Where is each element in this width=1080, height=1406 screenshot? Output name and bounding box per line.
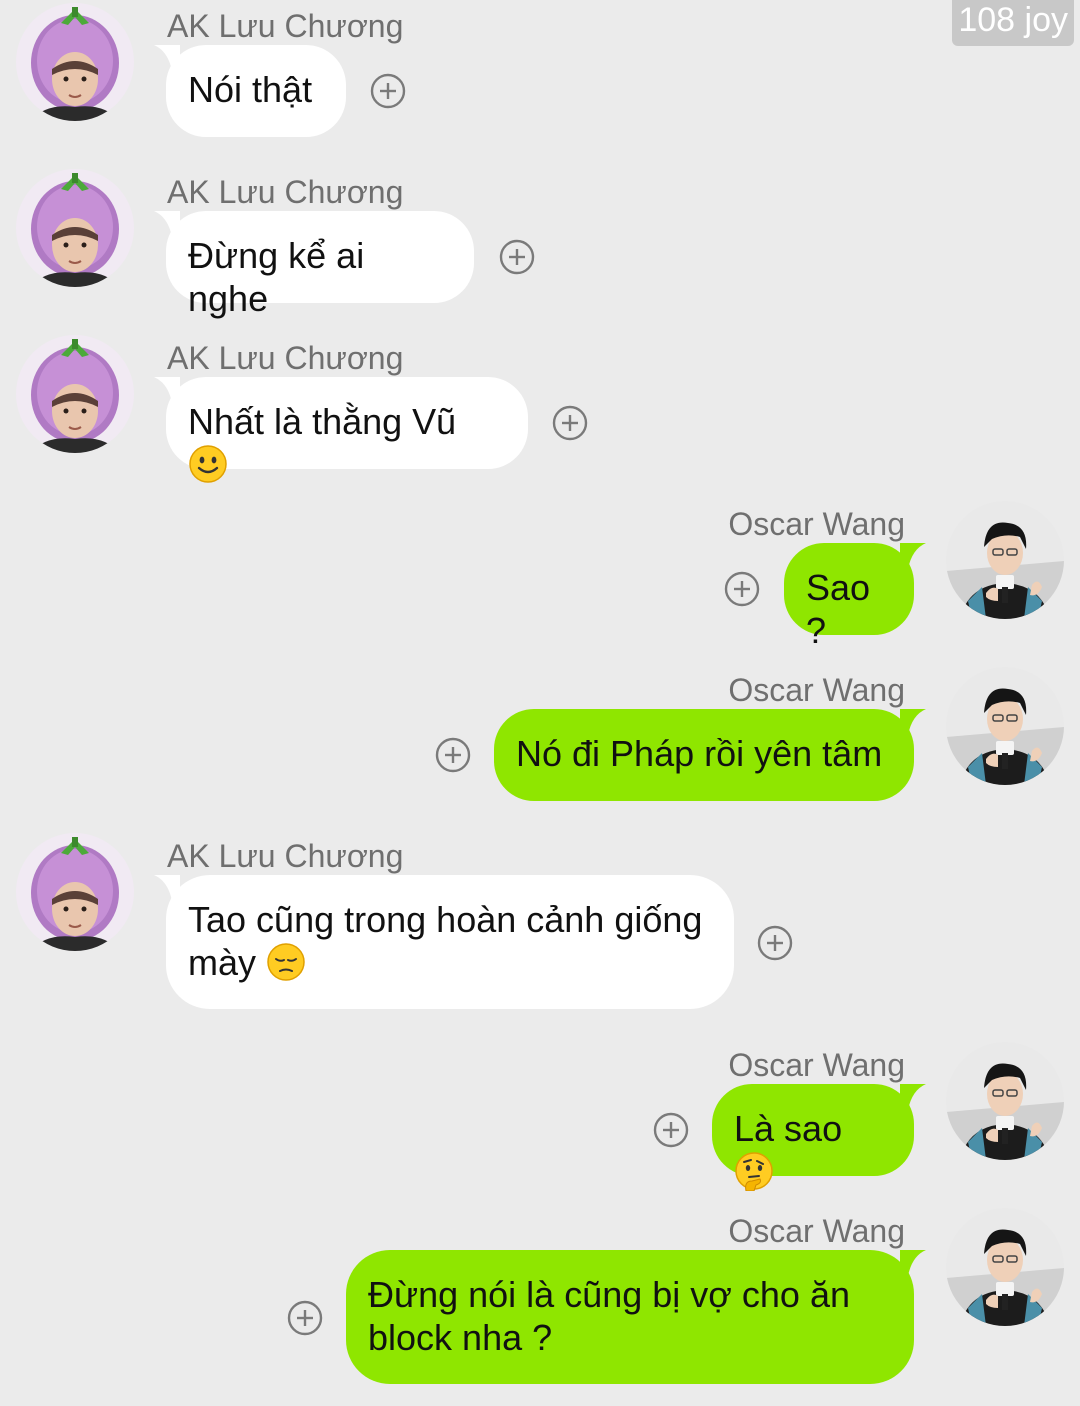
sender-name: AK Lưu Chương (167, 174, 404, 210)
eggplant-hat-avatar[interactable] (16, 3, 134, 121)
add-reaction-icon[interactable] (724, 571, 760, 607)
message-bubble[interactable]: Sao ? (784, 543, 914, 651)
message-text: Tao cũng trong hoàn cảnh giống (188, 899, 703, 940)
thinking-face-icon (734, 1151, 774, 1191)
message-text: Nói thật (188, 69, 313, 110)
sender-name: Oscar Wang (728, 1047, 905, 1083)
bubble-tail (154, 45, 180, 71)
message-text: Là sao (734, 1108, 843, 1149)
message-text: Đừng nói là cũng bị vợ cho ăn (368, 1274, 850, 1315)
add-reaction-icon[interactable] (757, 925, 793, 961)
sender-name: Oscar Wang (728, 672, 905, 708)
message-text-continued: mày (188, 942, 257, 983)
add-reaction-icon[interactable] (287, 1300, 323, 1336)
sender-name: Oscar Wang (728, 1213, 905, 1249)
add-reaction-icon[interactable] (435, 737, 471, 773)
add-reaction-icon[interactable] (370, 73, 406, 109)
message-text-line2: mày (188, 941, 712, 984)
add-reaction-icon[interactable] (552, 405, 588, 441)
watermark: 108 joy (952, 0, 1074, 46)
bubble-tail (900, 543, 926, 569)
message-bubble[interactable]: Đừng nói là cũng bị vợ cho ăn block nha … (346, 1250, 914, 1384)
smiling-face-icon (188, 444, 228, 484)
eggplant-hat-avatar[interactable] (16, 335, 134, 453)
oscar-avatar[interactable] (946, 667, 1064, 785)
message-text: Đừng kể ai nghe (188, 235, 365, 319)
message-bubble[interactable]: Nói thật (166, 45, 346, 137)
bubble-tail (900, 1250, 926, 1276)
eggplant-hat-avatar[interactable] (16, 833, 134, 951)
message-text: Sao ? (806, 567, 871, 651)
chat-screen: 108 joy AK Lưu Chương Nói thật AK Lưu Ch… (0, 0, 1080, 1406)
add-reaction-icon[interactable] (653, 1112, 689, 1148)
sender-name: AK Lưu Chương (167, 340, 404, 376)
sender-name: Oscar Wang (728, 506, 905, 542)
bubble-tail (154, 211, 180, 237)
bubble-tail (900, 709, 926, 735)
message-bubble[interactable]: Đừng kể ai nghe (166, 211, 474, 319)
oscar-avatar[interactable] (946, 1208, 1064, 1326)
message-bubble[interactable]: Nó đi Pháp rồi yên tâm (494, 709, 914, 801)
message-text: Nó đi Pháp rồi yên tâm (516, 733, 883, 774)
bubble-tail (154, 875, 180, 901)
message-text-continued: block nha ? (368, 1317, 553, 1358)
message-bubble[interactable]: Là sao (712, 1084, 914, 1176)
bubble-tail (900, 1084, 926, 1110)
message-bubble[interactable]: Nhất là thằng Vũ (166, 377, 528, 469)
message-text: Nhất là thằng Vũ (188, 401, 457, 442)
eggplant-hat-avatar[interactable] (16, 169, 134, 287)
sender-name: AK Lưu Chương (167, 838, 404, 874)
bubble-tail (154, 377, 180, 403)
oscar-avatar[interactable] (946, 1042, 1064, 1160)
message-bubble[interactable]: Tao cũng trong hoàn cảnh giống mày (166, 875, 734, 1009)
add-reaction-icon[interactable] (499, 239, 535, 275)
pensive-face-icon (266, 942, 306, 982)
oscar-avatar[interactable] (946, 501, 1064, 619)
sender-name: AK Lưu Chương (167, 8, 404, 44)
